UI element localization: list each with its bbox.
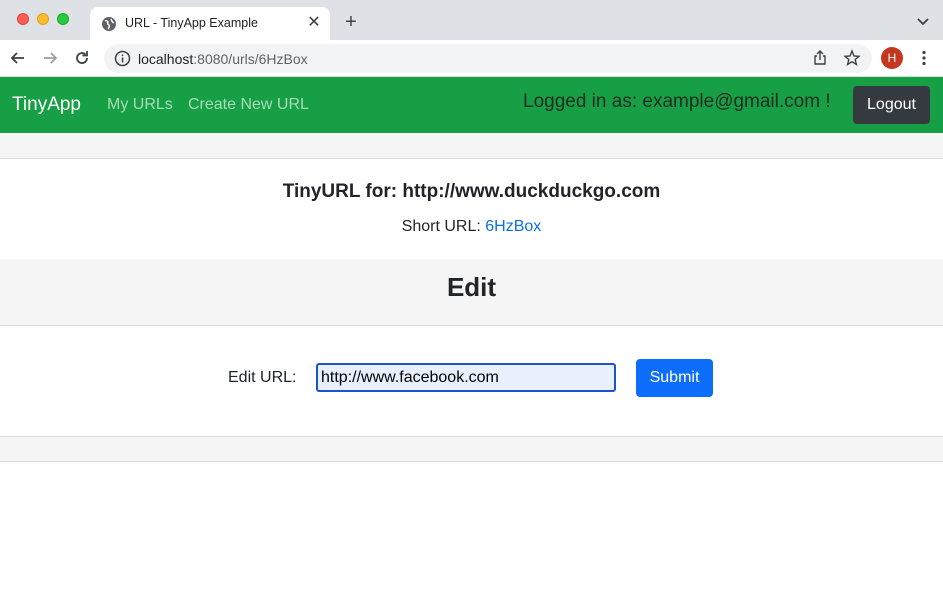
share-icon[interactable] bbox=[812, 50, 828, 66]
close-icon[interactable]: ✕ bbox=[306, 15, 322, 31]
logout-button[interactable]: Logout bbox=[853, 86, 930, 124]
tab-bar: URL - TinyApp Example ✕ + bbox=[0, 0, 943, 40]
edit-url-input[interactable] bbox=[316, 363, 616, 392]
short-url-label: Short URL: bbox=[401, 218, 481, 235]
browser-tab[interactable]: URL - TinyApp Example ✕ bbox=[90, 7, 330, 40]
kebab-icon[interactable] bbox=[915, 49, 933, 67]
globe-icon bbox=[102, 17, 116, 31]
url-text: localhost:8080/urls/6HzBox bbox=[138, 51, 308, 67]
plus-icon[interactable]: + bbox=[341, 12, 361, 32]
brand-link[interactable]: TinyApp bbox=[12, 94, 81, 116]
info-icon[interactable] bbox=[114, 50, 131, 67]
logged-in-text: Logged in as: example@gmail.com ! bbox=[523, 91, 831, 112]
chevron-down-icon[interactable] bbox=[915, 13, 931, 29]
address-bar[interactable]: localhost:8080/urls/6HzBox bbox=[104, 44, 872, 73]
forward-icon[interactable] bbox=[40, 48, 60, 68]
edit-heading: Edit bbox=[446, 272, 497, 302]
short-url-link[interactable]: 6HzBox bbox=[485, 218, 541, 235]
window-minimize-button[interactable] bbox=[37, 13, 49, 25]
back-icon[interactable] bbox=[8, 48, 28, 68]
window-zoom-button[interactable] bbox=[57, 13, 69, 25]
tinyurl-title: TinyURL for: http://www.duckduckgo.com bbox=[282, 181, 661, 202]
submit-button[interactable]: Submit bbox=[636, 359, 713, 397]
site-navbar: TinyApp My URLs Create New URL Logged in… bbox=[0, 77, 943, 133]
tab-title: URL - TinyApp Example bbox=[125, 16, 258, 30]
reload-icon[interactable] bbox=[72, 48, 92, 68]
nav-link-create-url[interactable]: Create New URL bbox=[188, 96, 309, 114]
nav-link-my-urls[interactable]: My URLs bbox=[107, 96, 173, 114]
browser-toolbar: localhost:8080/urls/6HzBox bbox=[0, 40, 943, 77]
url-path: :8080/urls/6HzBox bbox=[193, 51, 308, 67]
card-header bbox=[0, 133, 943, 159]
short-url-line: Short URL: 6HzBox bbox=[0, 218, 943, 236]
window-close-button[interactable] bbox=[17, 13, 29, 25]
star-icon[interactable] bbox=[843, 49, 861, 67]
card-footer bbox=[0, 436, 943, 462]
edit-url-label: Edit URL: bbox=[228, 369, 297, 386]
url-host: localhost bbox=[138, 51, 194, 67]
profile-avatar[interactable]: H bbox=[881, 47, 903, 69]
